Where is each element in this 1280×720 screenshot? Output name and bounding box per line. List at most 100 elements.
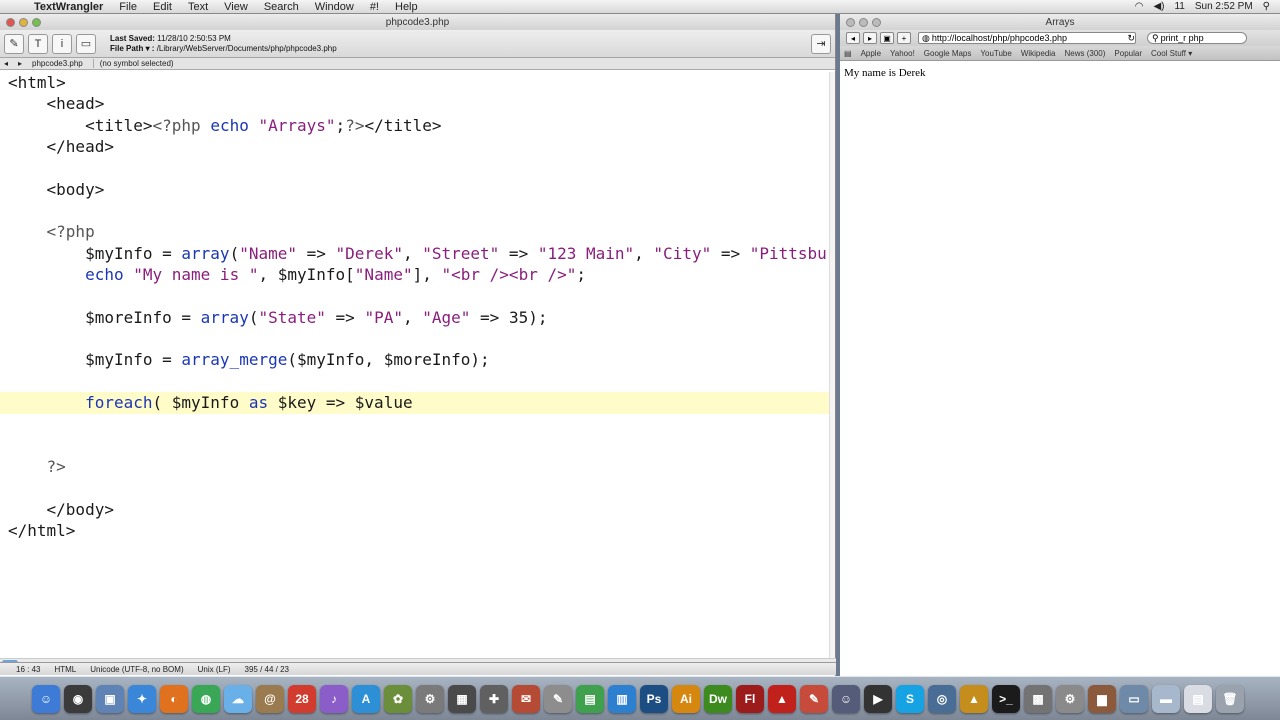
bookmark-item[interactable]: Popular	[1114, 49, 1142, 58]
code-line[interactable]: <?php	[0, 221, 830, 242]
bookmark-item[interactable]: YouTube	[980, 49, 1011, 58]
code-line[interactable]	[0, 328, 830, 349]
chrome-icon[interactable]: ◍	[192, 684, 220, 713]
forward-icon[interactable]: ▸	[863, 32, 877, 44]
wifi-icon[interactable]: ◠	[1135, 1, 1144, 12]
bookmark-item[interactable]: Cool Stuff ▾	[1151, 49, 1192, 58]
symbol-menu[interactable]: (no symbol selected)	[92, 59, 174, 68]
code-line[interactable]: <head>	[0, 93, 830, 114]
reload-icon[interactable]: ↻	[1127, 33, 1135, 44]
flash-icon[interactable]: Fl	[736, 684, 764, 713]
text-options-icon[interactable]: T	[28, 33, 48, 54]
calculator-icon[interactable]: ▩	[1024, 684, 1052, 713]
clapper-icon[interactable]: ▶	[864, 684, 892, 713]
menu-help[interactable]: Help	[387, 1, 426, 13]
utility-icon[interactable]: ✚	[480, 684, 508, 713]
code-line[interactable]: foreach( $myInfo as $key => $value	[0, 392, 830, 414]
trash-icon[interactable]: 🗑	[1216, 684, 1244, 713]
bookmark-item[interactable]: Google Maps	[924, 49, 972, 58]
bookmark-item[interactable]: Yahoo!	[890, 49, 915, 58]
code-line[interactable]	[0, 414, 830, 435]
code-line[interactable]: <title><?php echo "Arrays";?></title>	[0, 115, 830, 136]
code-line[interactable]	[0, 371, 830, 392]
code-line[interactable]: <body>	[0, 179, 830, 200]
dreamweaver-icon[interactable]: Dw	[704, 684, 732, 713]
safari-icon[interactable]: ✦	[128, 684, 156, 713]
nav-file-menu[interactable]: phpcode3.php	[32, 59, 83, 68]
spotlight-icon[interactable]: ⚲	[1263, 1, 1270, 12]
menu-view[interactable]: View	[216, 1, 256, 13]
illustrator-icon[interactable]: Ai	[672, 684, 700, 713]
dashboard-icon[interactable]: ◉	[64, 684, 92, 713]
screenshot-icon[interactable]: ▣	[880, 32, 894, 44]
nav-back-icon[interactable]: ◂	[4, 59, 8, 68]
textwrangler-icon[interactable]: ✎	[800, 684, 828, 713]
add-bookmark-icon[interactable]: +	[897, 32, 911, 44]
split-view-icon[interactable]: ⇥	[811, 33, 831, 54]
pages-icon[interactable]: ▥	[608, 684, 636, 713]
cursor-position[interactable]: 16 : 43	[16, 665, 40, 674]
screen-icon[interactable]: ▭	[1120, 684, 1148, 713]
code-line[interactable]: </html>	[0, 520, 830, 541]
code-line[interactable]: $myInfo = array("Name" => "Derek", "Stre…	[0, 243, 830, 264]
firefox-icon[interactable]: ◐	[160, 684, 188, 713]
menu-file[interactable]: File	[111, 1, 145, 13]
volume-icon[interactable]: ◀)	[1153, 1, 1164, 12]
back-icon[interactable]: ◂	[846, 32, 860, 44]
code-line[interactable]	[0, 157, 830, 178]
wood-icon[interactable]: ▆	[1088, 684, 1116, 713]
vertical-scrollbar[interactable]	[829, 72, 835, 658]
encoding-menu[interactable]: Unicode (UTF-8, no BOM)	[90, 665, 183, 674]
folder-icon[interactable]: ▬	[1152, 684, 1180, 713]
photoshop-icon[interactable]: Ps	[640, 684, 668, 713]
skype-icon[interactable]: S	[896, 684, 924, 713]
acrobat-icon[interactable]: ▲	[768, 684, 796, 713]
menu-app-name[interactable]: TextWrangler	[26, 1, 111, 13]
code-line[interactable]: <html>	[0, 72, 830, 93]
line-endings-menu[interactable]: Unix (LF)	[198, 665, 231, 674]
code-line[interactable]	[0, 200, 830, 221]
menu-scripts[interactable]: #!	[362, 1, 387, 13]
app-store-icon[interactable]: A	[352, 684, 380, 713]
menu-search[interactable]: Search	[256, 1, 307, 13]
browser-title-bar[interactable]: Arrays	[840, 14, 1280, 30]
code-line[interactable]	[0, 478, 830, 499]
menu-text[interactable]: Text	[180, 1, 216, 13]
bookmarks-icon[interactable]: ▤	[844, 49, 852, 58]
url-text[interactable]: http://localhost/php/phpcode3.php	[932, 33, 1126, 43]
camino-icon[interactable]: ☺	[832, 684, 860, 713]
ical-icon[interactable]: 28	[288, 684, 316, 713]
info-icon[interactable]: i	[52, 33, 72, 54]
network-icon[interactable]: ◎	[928, 684, 956, 713]
bookmark-item[interactable]: Wikipedia	[1021, 49, 1056, 58]
code-line[interactable]: ?>	[0, 456, 830, 477]
mail-stamp-icon[interactable]: ✉	[512, 684, 540, 713]
photos-icon[interactable]: ✿	[384, 684, 412, 713]
code-editor[interactable]: <html> <head> <title><?php echo "Arrays"…	[0, 72, 830, 658]
bookmark-item[interactable]: News (300)	[1065, 49, 1106, 58]
url-bar[interactable]: ◍ http://localhost/php/phpcode3.php ↻	[918, 32, 1136, 44]
code-line[interactable]: </body>	[0, 499, 830, 520]
menu-window[interactable]: Window	[307, 1, 362, 13]
code-line[interactable]: </head>	[0, 136, 830, 157]
code-line[interactable]: echo "My name is ", $myInfo["Name"], "<b…	[0, 264, 830, 285]
grid-icon[interactable]: ▦	[448, 684, 476, 713]
finder-icon[interactable]: ☺	[32, 684, 60, 713]
menu-clock[interactable]: Sun 2:52 PM	[1195, 1, 1253, 12]
code-line[interactable]	[0, 285, 830, 306]
terminal-icon[interactable]: >_	[992, 684, 1020, 713]
system-prefs-icon[interactable]: ⚙	[1056, 684, 1084, 713]
vlc-icon[interactable]: ▲	[960, 684, 988, 713]
itunes-icon[interactable]: ♪	[320, 684, 348, 713]
bookmark-item[interactable]: Apple	[861, 49, 881, 58]
documents-icon[interactable]: ▤	[1184, 684, 1212, 713]
nav-forward-icon[interactable]: ▸	[18, 59, 22, 68]
language-menu[interactable]: HTML	[54, 665, 76, 674]
search-field[interactable]: ⚲ print_r php	[1147, 32, 1247, 44]
script-icon[interactable]: ✎	[544, 684, 572, 713]
code-line[interactable]: $myInfo = array_merge($myInfo, $moreInfo…	[0, 349, 830, 370]
code-line[interactable]: $moreInfo = array("State" => "PA", "Age"…	[0, 307, 830, 328]
menu-edit[interactable]: Edit	[145, 1, 180, 13]
pencil-icon[interactable]: ✎	[4, 33, 24, 54]
preview-icon[interactable]: ▣	[96, 684, 124, 713]
